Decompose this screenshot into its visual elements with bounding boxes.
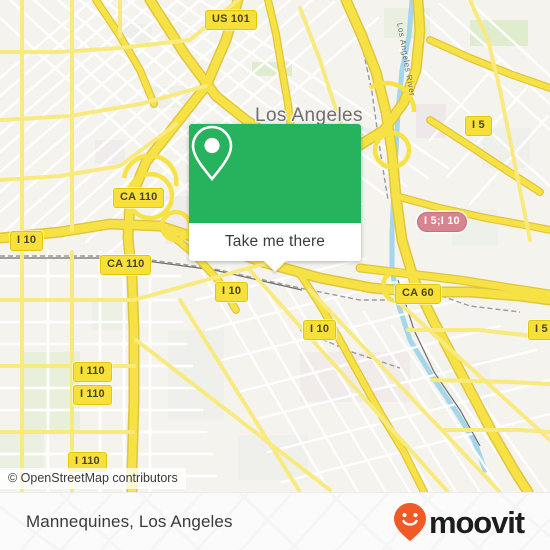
highway-shield: I 5;I 10 [417,212,467,232]
moovit-logo[interactable]: moovit [393,493,525,550]
place-title: Mannequines, Los Angeles [26,512,233,531]
popup-icon-area [189,124,361,223]
moovit-smiley-pin-icon [393,503,426,541]
map-screenshot: US 101 I 5 CA 110 I 5;I 10 I 10 CA 110 I 10 CA … [0,0,550,550]
take-me-there-label: Take me there [224,233,326,250]
highway-shield: CA 60 [395,284,441,304]
highway-shield: I 10 [10,231,44,251]
popup-tail [264,261,286,272]
map-pin-icon [191,125,233,182]
take-me-there-button[interactable]: Take me there [189,223,361,272]
highway-shield: CA 110 [113,188,165,208]
highway-shield: I 10 [303,320,337,340]
highway-shield: I 10 [215,282,249,302]
moovit-wordmark: moovit [428,504,525,540]
highway-shield: I 5 [465,116,492,136]
highway-shield: I 110 [73,385,112,405]
place-popup-card[interactable]: Take me there [189,124,361,272]
map-canvas[interactable]: US 101 I 5 CA 110 I 5;I 10 I 10 CA 110 I 10 CA … [0,0,550,492]
osm-attribution[interactable]: © OpenStreetMap contributors [0,468,186,489]
highway-shield: US 101 [205,10,257,30]
highway-shield: CA 110 [100,255,152,275]
footer-bar: Mannequines, Los Angeles moovit [0,492,550,550]
highway-shield: I 110 [73,362,112,382]
highway-shield: I 5 [528,320,550,340]
